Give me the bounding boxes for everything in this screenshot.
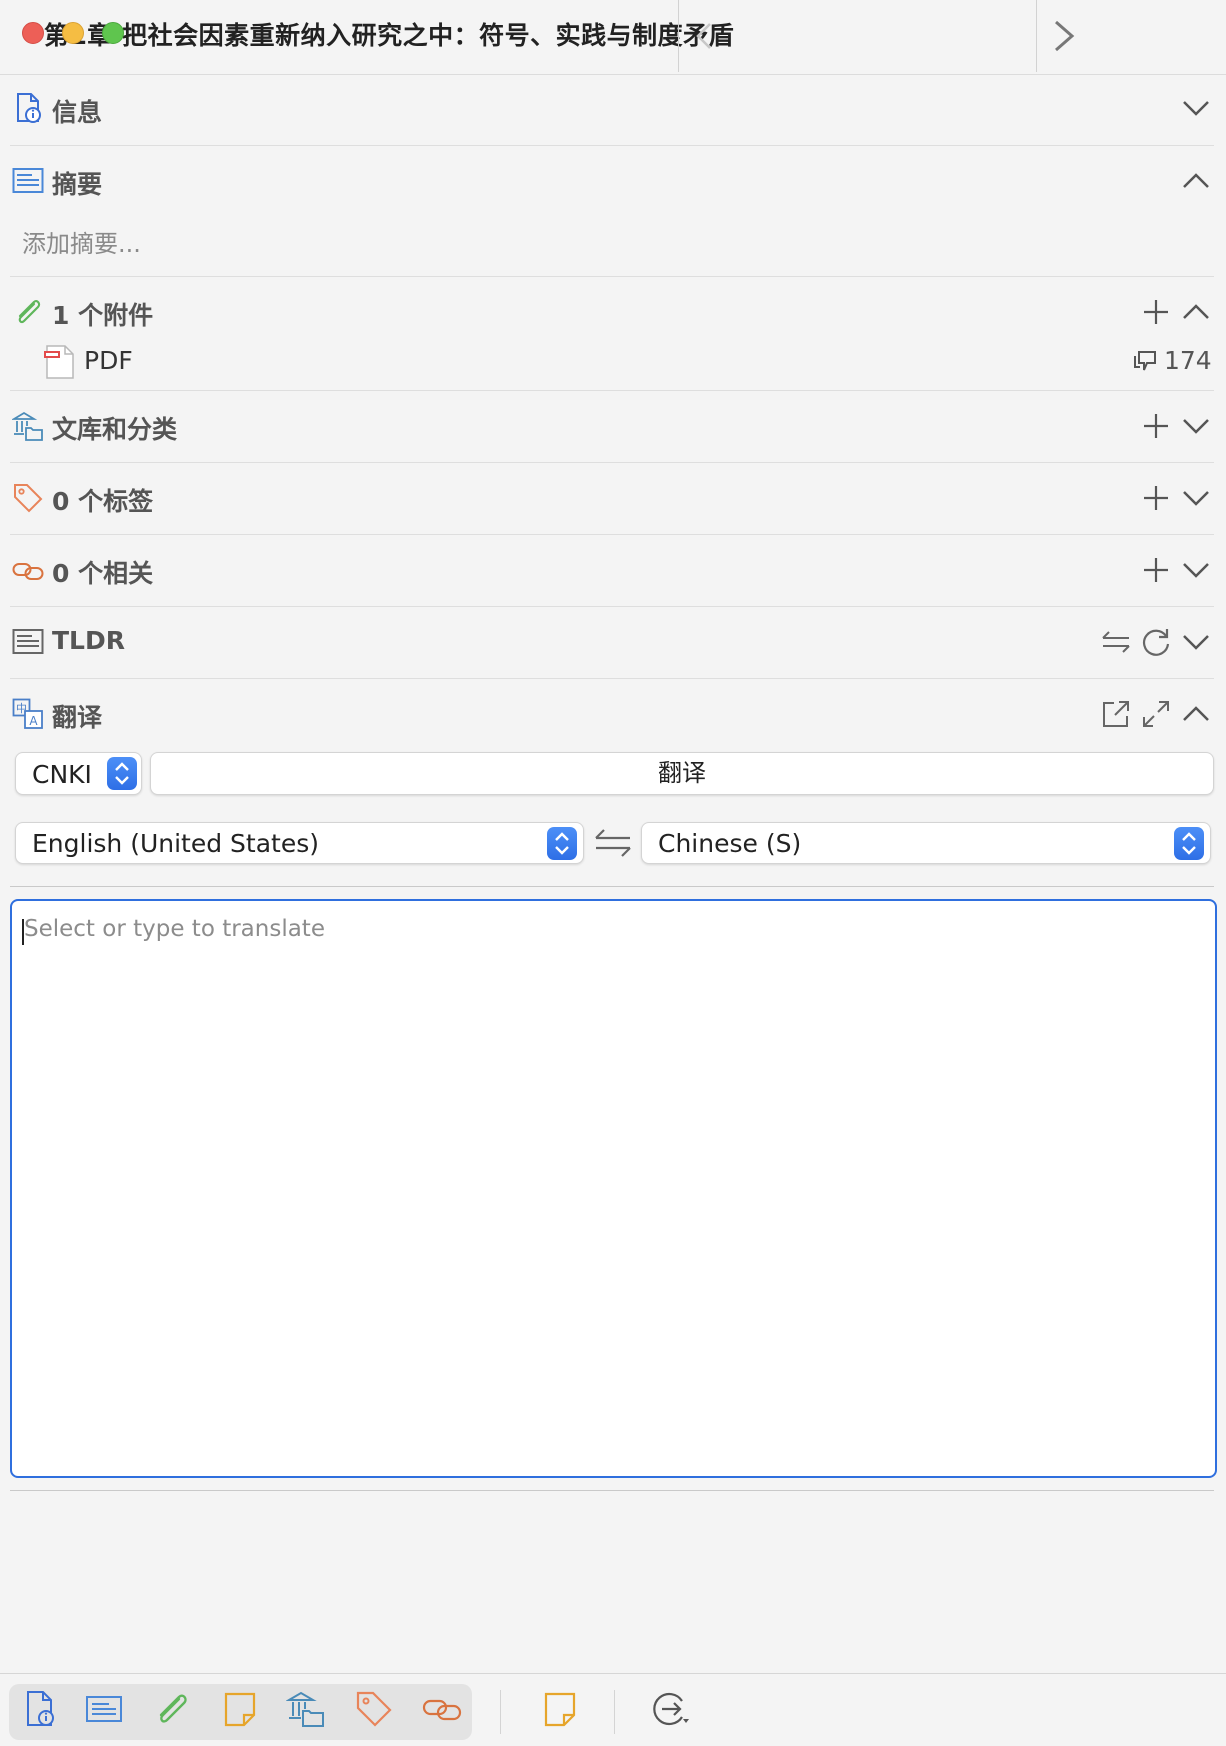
source-language-select[interactable]: English (United States) [15, 822, 584, 864]
section-title: 摘要 [52, 170, 103, 199]
annotation-count: 174 [1132, 346, 1218, 375]
expand-icon[interactable] [1140, 698, 1172, 730]
section-divider [10, 462, 1214, 463]
tag-icon [14, 484, 43, 513]
chevron-up-icon[interactable] [1180, 165, 1212, 197]
swap-icon[interactable] [1100, 626, 1132, 658]
section-divider [10, 606, 1214, 607]
abstract-placeholder[interactable]: 添加摘要... [22, 224, 141, 259]
related-nav-icon[interactable] [422, 1689, 462, 1729]
add-icon[interactable] [1140, 296, 1172, 328]
section-title: 文库和分类 [52, 415, 178, 444]
translate-input-placeholder: Select or type to translate [24, 916, 325, 942]
annotation-icon [1134, 350, 1156, 370]
forward-arrow-icon[interactable] [1048, 14, 1080, 58]
source-language-value: English (United States) [32, 829, 320, 858]
sidenav-divider [614, 1690, 615, 1734]
chevron-down-icon[interactable] [1180, 482, 1212, 514]
chevron-down-icon[interactable] [1180, 410, 1212, 442]
engine-select[interactable]: CNKI [15, 752, 142, 795]
library-icon [12, 411, 43, 441]
chevron-down-icon[interactable] [1180, 554, 1212, 586]
translate-icon: 中 A [12, 698, 43, 729]
section-divider [10, 276, 1214, 277]
libraries-nav-icon[interactable] [286, 1689, 326, 1729]
minimize-window-button[interactable] [62, 22, 84, 44]
tldr-icon [12, 629, 44, 654]
item-pane: 第1章 把社会因素重新纳入研究之中：符号、实践与制度矛盾 信息 摘要 添加摘要.… [0, 0, 1226, 1746]
annotation-count-value: 174 [1164, 346, 1212, 375]
zoom-window-button[interactable] [102, 22, 124, 44]
stepper-icon [1174, 827, 1204, 860]
abstract-icon [12, 168, 44, 193]
document-info-icon [17, 93, 41, 123]
title-bar: 第1章 把社会因素重新纳入研究之中：符号、实践与制度矛盾 [0, 0, 1226, 75]
paperclip-icon [18, 300, 41, 324]
close-window-button[interactable] [22, 22, 44, 44]
section-title: 翻译 [52, 703, 103, 732]
chevron-down-icon[interactable] [1180, 626, 1212, 658]
section-divider [10, 678, 1214, 679]
refresh-icon[interactable] [1140, 626, 1172, 658]
svg-text:A: A [29, 714, 38, 728]
stepper-icon [107, 757, 137, 790]
separator [10, 1490, 1214, 1491]
stepper-icon [547, 827, 577, 860]
target-language-select[interactable]: Chinese (S) [641, 822, 1211, 864]
separator [10, 886, 1214, 887]
translate-button[interactable]: 翻译 [150, 752, 1214, 795]
section-divider [10, 390, 1214, 391]
back-arrow-icon[interactable] [690, 18, 720, 54]
info-nav-icon[interactable] [20, 1689, 60, 1729]
section-title: 信息 [52, 98, 103, 127]
pdf-file-icon [44, 345, 74, 379]
section-title: TLDR [52, 626, 125, 655]
sidenav-bar [0, 1673, 1226, 1746]
section-title: 1 个附件 [52, 301, 154, 330]
attachment-label: PDF [84, 346, 133, 375]
translate-input[interactable]: Select or type to translate [10, 899, 1217, 1478]
add-icon[interactable] [1140, 554, 1172, 586]
sidenav-divider [500, 1690, 501, 1734]
abstract-nav-icon[interactable] [84, 1689, 124, 1729]
open-external-icon[interactable] [1100, 698, 1132, 730]
chevron-up-icon[interactable] [1180, 698, 1212, 730]
target-language-value: Chinese (S) [658, 829, 802, 858]
section-divider [10, 145, 1214, 146]
window-title: 第1章 把社会因素重新纳入研究之中：符号、实践与制度矛盾 [44, 21, 734, 50]
locate-icon[interactable] [650, 1689, 690, 1729]
section-title: 0 个标签 [52, 487, 154, 516]
notes-nav-icon[interactable] [220, 1689, 260, 1729]
title-divider [1036, 0, 1037, 72]
engine-select-value: CNKI [32, 760, 92, 789]
chevron-down-icon[interactable] [1180, 92, 1212, 124]
note-add-icon[interactable] [540, 1689, 580, 1729]
section-divider [10, 534, 1214, 535]
section-title: 0 个相关 [52, 559, 154, 588]
title-divider [678, 0, 679, 72]
chevron-up-icon[interactable] [1180, 296, 1212, 328]
tags-nav-icon[interactable] [354, 1689, 394, 1729]
swap-languages-icon[interactable] [594, 826, 632, 860]
add-icon[interactable] [1140, 482, 1172, 514]
link-icon [12, 563, 44, 580]
add-icon[interactable] [1140, 410, 1172, 442]
attachments-nav-icon[interactable] [151, 1689, 191, 1729]
